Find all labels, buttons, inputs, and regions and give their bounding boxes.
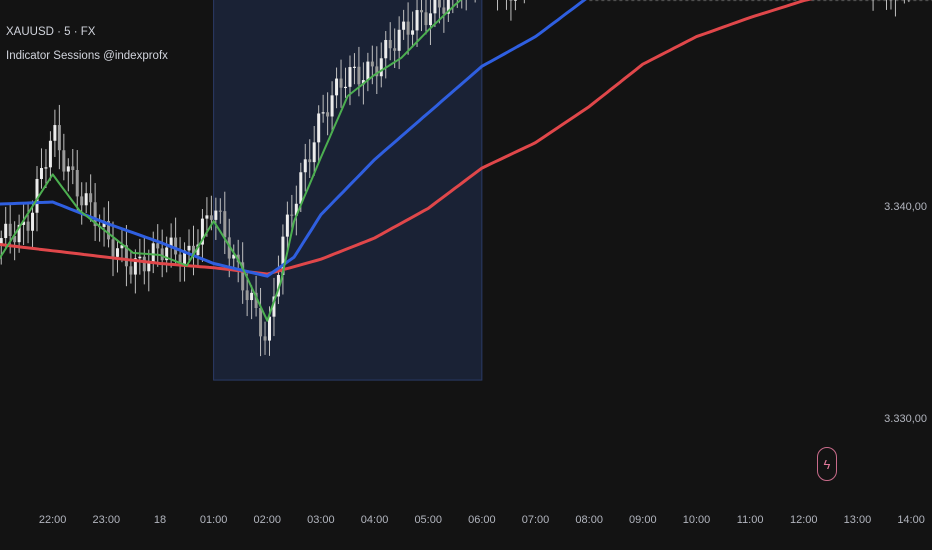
- candle: [44, 167, 48, 169]
- candle: [75, 170, 79, 197]
- x-tick-label: 04:00: [361, 514, 389, 526]
- candle: [223, 211, 227, 238]
- candle: [8, 223, 12, 237]
- x-tick-label: 12:00: [790, 514, 818, 526]
- candle: [151, 243, 155, 264]
- candle: [71, 166, 75, 171]
- x-tick-label: 01:00: [200, 514, 228, 526]
- candle: [321, 112, 325, 114]
- candle: [335, 78, 339, 96]
- y-tick-label: 3.340,00: [884, 201, 927, 213]
- candle: [111, 239, 115, 257]
- candle: [299, 172, 303, 204]
- candle: [437, 0, 441, 8]
- x-tick-label: 03:00: [307, 514, 335, 526]
- candle: [129, 266, 133, 275]
- candle: [62, 150, 66, 172]
- candle: [285, 214, 289, 237]
- candle: [66, 166, 70, 172]
- candle: [290, 214, 294, 216]
- candle: [263, 336, 267, 341]
- candle: [411, 30, 415, 35]
- x-tick-label: 18: [154, 514, 166, 526]
- candle: [442, 7, 446, 14]
- candle: [509, 0, 513, 1]
- candle: [420, 10, 424, 13]
- candle: [388, 39, 392, 49]
- candle: [415, 10, 419, 31]
- chart-canvas[interactable]: LondonNew York 3.360,003.340,003.330,003…: [0, 0, 932, 550]
- x-tick-label: 05:00: [414, 514, 442, 526]
- candle: [384, 39, 388, 59]
- candle: [352, 66, 356, 68]
- candle: [406, 21, 410, 35]
- candle: [214, 210, 218, 220]
- candle: [57, 125, 61, 151]
- candle: [397, 29, 401, 51]
- candle: [250, 292, 254, 301]
- candle: [218, 210, 222, 212]
- candle: [138, 256, 142, 259]
- x-tick-label: 08:00: [575, 514, 603, 526]
- candle: [312, 142, 316, 163]
- candle: [4, 223, 8, 239]
- candle: [317, 113, 321, 143]
- x-tick-label: 13:00: [844, 514, 872, 526]
- candle: [513, 0, 517, 1]
- x-tick-label: 06:00: [468, 514, 496, 526]
- candle: [147, 263, 151, 272]
- candle: [53, 125, 57, 141]
- session-box-newyork: [588, 0, 932, 2]
- candle: [303, 159, 307, 173]
- candle: [339, 78, 343, 88]
- y-tick-label: 3.330,00: [884, 413, 927, 425]
- candle: [205, 215, 209, 219]
- candle: [428, 13, 432, 26]
- candle: [84, 193, 88, 206]
- x-tick-label: 14:00: [897, 514, 925, 526]
- candle: [115, 248, 119, 257]
- x-tick-label: 23:00: [93, 514, 121, 526]
- candle: [326, 112, 330, 117]
- candle: [402, 21, 406, 30]
- candle: [174, 237, 178, 255]
- candle: [424, 12, 428, 26]
- candle: [156, 243, 160, 249]
- candle: [330, 95, 334, 117]
- candle: [245, 290, 249, 301]
- indicator-title[interactable]: Indicator Sessions @indexprofx: [6, 50, 168, 62]
- candle: [160, 248, 164, 261]
- candle: [48, 140, 52, 168]
- candle: [344, 86, 348, 89]
- candle: [393, 48, 397, 51]
- candle: [26, 221, 30, 231]
- candle: [379, 58, 383, 77]
- candle: [259, 308, 263, 337]
- candle: [370, 61, 374, 67]
- candle: [308, 159, 312, 163]
- session-box-london: [213, 0, 483, 381]
- candle: [366, 61, 370, 81]
- candle: [348, 67, 352, 87]
- x-tick-label: 10:00: [683, 514, 711, 526]
- candle: [209, 215, 213, 220]
- x-tick-label: 22:00: [39, 514, 67, 526]
- chart-area[interactable]: LondonNew York 3.360,003.340,003.330,003…: [0, 0, 932, 550]
- candle: [80, 196, 84, 206]
- candle: [142, 256, 146, 272]
- candle: [357, 66, 361, 85]
- symbol-title[interactable]: XAUUSD · 5 · FX: [6, 26, 95, 38]
- x-tick-label: 02:00: [253, 514, 281, 526]
- x-tick-label: 07:00: [522, 514, 550, 526]
- lightning-icon[interactable]: ϟ: [817, 447, 837, 481]
- candle: [89, 193, 93, 203]
- candle: [433, 0, 437, 14]
- x-tick-label: 09:00: [629, 514, 657, 526]
- candle: [187, 245, 191, 251]
- candle: [39, 168, 43, 179]
- candle: [31, 212, 35, 231]
- x-tick-label: 11:00: [737, 514, 764, 526]
